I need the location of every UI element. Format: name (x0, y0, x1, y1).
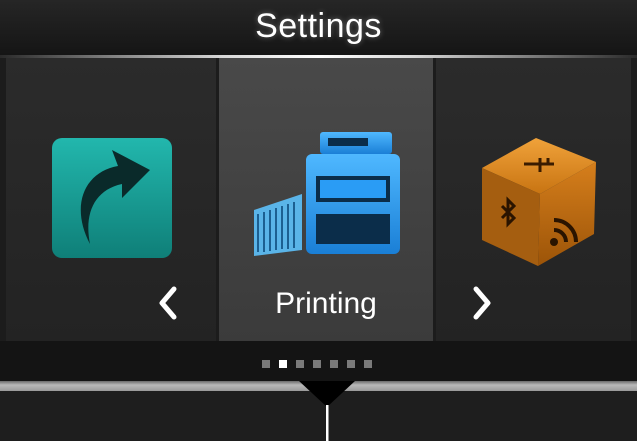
page-dot (330, 360, 338, 368)
carousel-item-label: Printing (275, 287, 377, 320)
header-bar: Settings (0, 0, 637, 58)
carousel-item-printing[interactable]: Printing (219, 58, 433, 341)
page-dot (296, 360, 304, 368)
bottom-bar (0, 381, 637, 441)
interface-cube-icon (482, 138, 596, 266)
carousel-item-shortcut[interactable] (6, 58, 216, 341)
chevron-right-icon[interactable] (470, 285, 494, 321)
chevron-left-icon[interactable] (156, 285, 180, 321)
page-indicator (0, 341, 637, 381)
selection-pointer-icon (299, 381, 355, 441)
page-title: Settings (255, 7, 382, 45)
page-dot (347, 360, 355, 368)
page-dot (313, 360, 321, 368)
settings-carousel: Printing (0, 58, 637, 341)
carousel-item-interface[interactable] (436, 58, 631, 341)
page-dot (364, 360, 372, 368)
page-dot (262, 360, 270, 368)
page-dot (279, 360, 287, 368)
settings-screen: Settings Printing (0, 0, 637, 441)
page-dots (262, 360, 372, 368)
printer-icon (254, 132, 400, 256)
shortcut-arrow-icon (52, 138, 172, 258)
